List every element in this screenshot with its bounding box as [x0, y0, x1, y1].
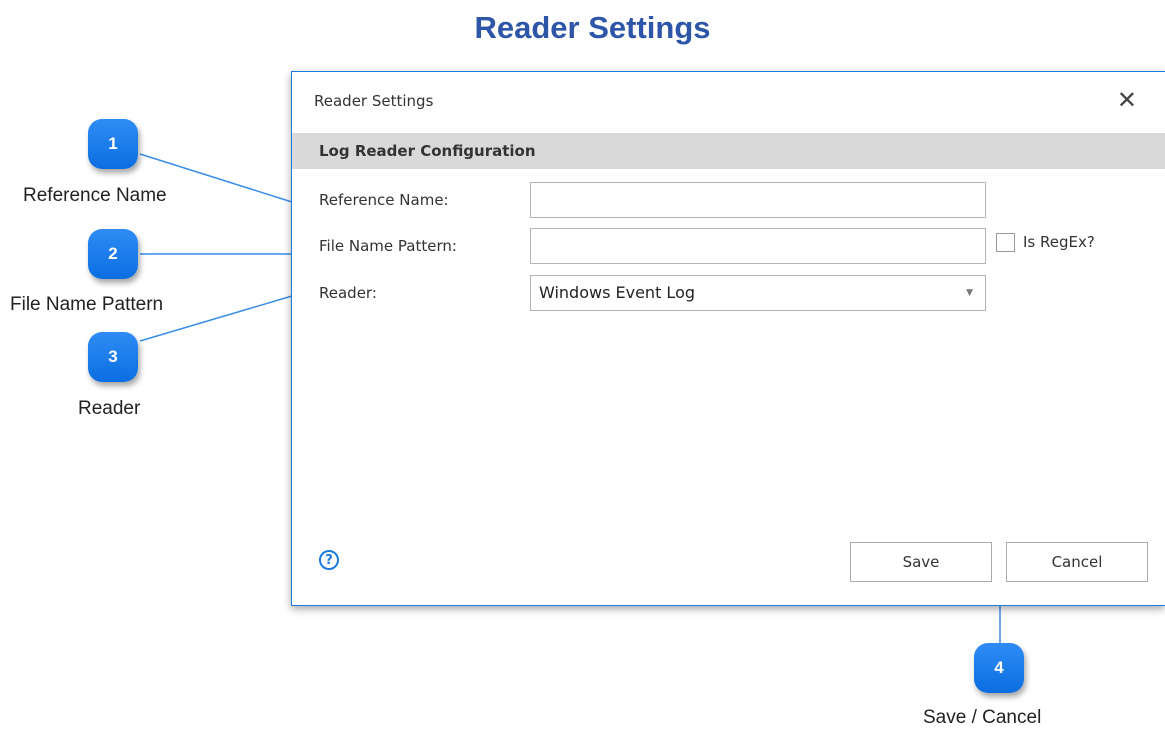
callout-label-reference-name: Reference Name [23, 185, 167, 206]
reader-select[interactable]: Windows Event Log ▼ [530, 275, 986, 311]
reader-label: Reader: [319, 284, 377, 302]
help-icon[interactable]: ? [319, 550, 339, 570]
chevron-down-icon: ▼ [966, 288, 973, 298]
file-name-pattern-label: File Name Pattern: [319, 237, 457, 255]
callout-badge-1: 1 [88, 119, 138, 169]
close-icon[interactable]: ✕ [1117, 88, 1137, 112]
callout-label-file-name-pattern: File Name Pattern [10, 294, 164, 315]
page-title: Reader Settings [474, 10, 711, 45]
section-header: Log Reader Configuration [292, 133, 1165, 169]
callout-label-reader: Reader [78, 398, 141, 419]
reference-name-input[interactable] [530, 182, 986, 218]
reader-selected-value: Windows Event Log [539, 283, 696, 302]
save-button[interactable]: Save [850, 542, 992, 582]
reference-name-label: Reference Name: [319, 191, 449, 209]
is-regex-label: Is RegEx? [1023, 233, 1095, 251]
file-name-pattern-input[interactable] [530, 228, 986, 264]
callout-badge-4: 4 [974, 643, 1024, 693]
dialog-title: Reader Settings [314, 92, 434, 110]
callout-badge-3: 3 [88, 332, 138, 382]
is-regex-checkbox[interactable] [996, 233, 1015, 252]
callout-badge-2: 2 [88, 229, 138, 279]
callout-label-save-cancel: Save / Cancel [923, 707, 1042, 728]
cancel-button[interactable]: Cancel [1006, 542, 1148, 582]
reader-settings-dialog: Reader Settings ✕ Log Reader Configurati… [291, 71, 1165, 606]
